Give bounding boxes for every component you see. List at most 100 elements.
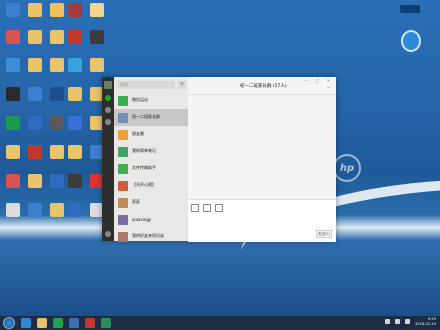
desktop-icon[interactable] (86, 3, 108, 18)
screenshot-icon[interactable] (215, 204, 223, 212)
desktop-icon[interactable] (2, 174, 24, 189)
wechat-window: 搜索 + 微信运动初一二班家长群 朋友圈我的简单笔记文件传输助手【光声心理】家庭 x… (102, 77, 336, 242)
chat-text: 家庭 (132, 199, 188, 206)
chat-text: 微信运动 (132, 97, 188, 104)
add-chat-button[interactable]: + (178, 81, 186, 89)
desktop-icon[interactable] (24, 145, 46, 160)
desktop-icon[interactable] (2, 58, 24, 73)
chat-text: 文件传输助手 (132, 165, 188, 172)
chat-header: — □ ✕ 初一二班家长群 (57人) ··· (188, 77, 336, 95)
menu-nav-icon[interactable] (105, 231, 111, 237)
app-icon (68, 58, 82, 72)
desktop-icon[interactable] (24, 3, 46, 18)
clock[interactable]: 9:59 2018-01-19 (415, 317, 436, 327)
chat-text: xiaoxingy (132, 217, 188, 223)
system-tray (385, 319, 410, 324)
chat-avatar (118, 95, 128, 106)
wechat-nav-bar (102, 77, 114, 241)
desktop-icon[interactable] (2, 203, 24, 218)
chat-list-item[interactable]: 【光声心理】 (114, 177, 188, 194)
file-icon[interactable] (203, 204, 211, 212)
app-icon (6, 116, 20, 130)
desktop-icon[interactable] (64, 145, 86, 160)
app-icon (28, 58, 42, 72)
robot-mascot-icon[interactable] (401, 30, 421, 52)
contacts-nav-icon[interactable] (105, 107, 111, 113)
app-icon (50, 30, 64, 44)
desktop-icon[interactable] (24, 174, 46, 189)
search-input[interactable]: 搜索 (117, 81, 175, 89)
app-icon (28, 30, 42, 44)
desktop-icon[interactable] (24, 30, 46, 45)
desktop-icon[interactable] (24, 116, 46, 131)
chat-list-item[interactable]: 微信运动 (114, 92, 188, 109)
chat-list-item[interactable]: 文件传输助手 (114, 160, 188, 177)
taskbar-app-icon[interactable] (53, 318, 63, 328)
desktop-icon[interactable] (64, 203, 86, 218)
desktop-icon[interactable] (64, 3, 86, 18)
app-icon (68, 203, 82, 217)
taskbar-apps (15, 318, 111, 328)
desktop-icon[interactable] (64, 116, 86, 131)
chat-text: 朋友圈 (132, 131, 188, 138)
desktop-icon[interactable] (64, 58, 86, 73)
taskbar-app-icon[interactable] (37, 318, 47, 328)
send-button[interactable]: 发送(S) (316, 230, 332, 238)
chat-name: 文件传输助手 (132, 165, 156, 170)
desktop-icon[interactable] (2, 87, 24, 102)
chat-list-item[interactable]: 初一二班家长群 (114, 109, 188, 126)
desktop-icon[interactable] (24, 203, 46, 218)
desktop-icon[interactable] (86, 58, 108, 73)
input-method-icon[interactable] (405, 319, 410, 324)
chat-name: 微信运动 (132, 97, 148, 102)
favorites-nav-icon[interactable] (105, 119, 111, 125)
chat-text: 我的好友亲如兄弟 (132, 233, 188, 240)
chat-text: 初一二班家长群 (132, 114, 188, 121)
chat-avatar (118, 146, 128, 157)
taskbar-app-icon[interactable] (85, 318, 95, 328)
taskbar-app-icon[interactable] (101, 318, 111, 328)
chat-list-item[interactable]: 我的简单笔记 (114, 143, 188, 160)
user-avatar[interactable] (104, 81, 112, 89)
chat-name: xiaoxingy (132, 216, 152, 222)
desktop-icon[interactable] (24, 58, 46, 73)
start-button[interactable] (3, 317, 15, 329)
message-input-area[interactable]: 发送(S) (188, 199, 336, 242)
desktop-icon[interactable] (2, 3, 24, 18)
chat-name: 朋友圈 (132, 131, 144, 136)
chat-nav-icon[interactable] (105, 95, 111, 101)
desktop-icon[interactable] (2, 116, 24, 131)
app-icon (6, 87, 20, 101)
app-icon (6, 145, 20, 159)
app-icon (28, 203, 42, 217)
app-icon (28, 116, 42, 130)
desktop-icon[interactable] (2, 30, 24, 45)
network-icon[interactable] (385, 319, 390, 324)
taskbar-app-icon[interactable] (21, 318, 31, 328)
chat-list-item[interactable]: xiaoxingy (114, 211, 188, 228)
chat-avatar (118, 231, 128, 242)
taskbar-app-icon[interactable] (69, 318, 79, 328)
app-icon (50, 116, 64, 130)
app-icon (50, 174, 64, 188)
volume-icon[interactable] (395, 319, 400, 324)
desktop-icon[interactable] (86, 30, 108, 45)
chat-name: 初一二班家长群 (132, 114, 160, 119)
chat-list-item[interactable]: 家庭 (114, 194, 188, 211)
app-icon (6, 30, 20, 44)
chat-list-item[interactable]: 我的好友亲如兄弟 (114, 228, 188, 245)
chat-avatar (118, 197, 128, 208)
emoji-icon[interactable] (191, 204, 199, 212)
desktop-icon[interactable] (64, 174, 86, 189)
desktop-icon[interactable] (64, 87, 86, 102)
window-controls[interactable]: — □ ✕ (304, 78, 333, 83)
desktop-icon[interactable] (24, 87, 46, 102)
chat-avatar (118, 163, 128, 174)
desktop-icon[interactable] (2, 145, 24, 160)
desktop-icon[interactable] (64, 30, 86, 45)
app-icon (6, 58, 20, 72)
chat-list-item[interactable]: 朋友圈 (114, 126, 188, 143)
more-options-button[interactable]: ··· (326, 85, 331, 91)
chat-name: 家庭 (132, 199, 140, 204)
app-icon (28, 145, 42, 159)
